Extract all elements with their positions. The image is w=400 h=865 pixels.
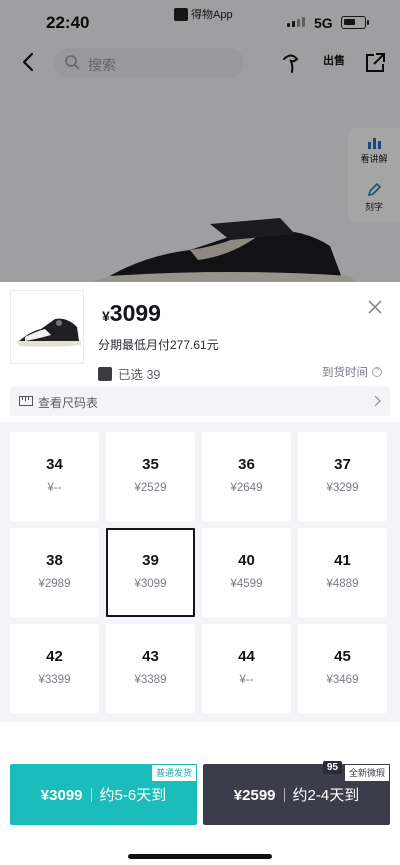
- buy-eta: 约2-4天到: [292, 787, 360, 804]
- arrival-label: 到货时间: [322, 367, 368, 379]
- condition-grade-badge: 95: [322, 761, 342, 774]
- buy-price: ¥3099: [40, 787, 83, 804]
- size-price: ¥2989: [38, 578, 71, 590]
- size-cell-40[interactable]: 40 ¥4599: [202, 528, 291, 617]
- size-cell-39-selected[interactable]: 39 ¥3099: [106, 528, 195, 617]
- close-icon[interactable]: [364, 296, 386, 318]
- size-grid: 34 ¥-- 35 ¥2529 36 ¥2649 37 ¥3299 38 ¥29…: [0, 422, 400, 722]
- size-label: 41: [334, 552, 351, 569]
- product-thumbnail: [10, 290, 84, 364]
- size-label: 45: [334, 648, 351, 665]
- buy-minor-flaw-button[interactable]: 95 全新微瑕 ¥2599 约2-4天到: [203, 761, 390, 825]
- size-badge-icon: [98, 366, 112, 381]
- buy-price: ¥2599: [233, 787, 276, 804]
- size-price: ¥3389: [134, 674, 167, 686]
- size-label: 36: [238, 456, 255, 473]
- size-cell-41[interactable]: 41 ¥4889: [298, 528, 387, 617]
- buy-normal-shipping-button[interactable]: 普通发货 ¥3099 约5-6天到: [10, 764, 197, 825]
- size-label: 42: [46, 648, 63, 665]
- arrival-time-link[interactable]: 到货时间 ?: [322, 364, 382, 380]
- size-cell-36[interactable]: 36 ¥2649: [202, 432, 291, 521]
- size-label: 44: [238, 648, 255, 665]
- size-price: ¥3299: [326, 482, 359, 494]
- buy-eta: 约5-6天到: [99, 787, 167, 804]
- size-label: 35: [142, 456, 159, 473]
- divider: [90, 788, 92, 802]
- shipping-tag: 普通发货: [150, 764, 197, 782]
- size-cell-43[interactable]: 43 ¥3389: [106, 624, 195, 713]
- buy-button-content: ¥2599 约2-4天到: [203, 784, 390, 805]
- buy-button-content: ¥3099 约5-6天到: [10, 784, 197, 805]
- divider: [283, 788, 285, 802]
- size-cell-38[interactable]: 38 ¥2989: [10, 528, 99, 617]
- size-cell-35[interactable]: 35 ¥2529: [106, 432, 195, 521]
- size-chart-link[interactable]: 查看尺码表: [10, 386, 390, 416]
- size-picker-sheet: ¥3099 分期最低月付277.61元 已选 39 到货时间 ? 查看尺码表 3…: [0, 282, 400, 865]
- size-price: ¥3099: [134, 578, 167, 590]
- size-price: ¥4599: [230, 578, 263, 590]
- size-cell-37[interactable]: 37 ¥3299: [298, 432, 387, 521]
- size-price: ¥3469: [326, 674, 359, 686]
- size-cell-44[interactable]: 44 ¥--: [202, 624, 291, 713]
- selected-size-row: 已选 39: [98, 364, 160, 383]
- size-label: 37: [334, 456, 351, 473]
- size-cell-45[interactable]: 45 ¥3469: [298, 624, 387, 713]
- price-value: 3099: [109, 300, 161, 326]
- size-label: 43: [142, 648, 159, 665]
- size-price: ¥4889: [326, 578, 359, 590]
- size-label: 40: [238, 552, 255, 569]
- sheet-spacer: [0, 722, 400, 762]
- home-indicator: [128, 854, 272, 859]
- condition-tag: 全新微瑕: [343, 764, 390, 782]
- shoe-thumbnail-image: [17, 318, 81, 347]
- size-price: ¥--: [239, 674, 254, 686]
- ruler-icon: [19, 396, 33, 406]
- selected-price: ¥3099: [102, 300, 161, 327]
- help-icon: ?: [372, 367, 382, 377]
- currency-symbol: ¥: [102, 308, 110, 324]
- size-cell-34[interactable]: 34 ¥--: [10, 432, 99, 521]
- size-label: 39: [142, 552, 159, 569]
- chevron-right-icon: [374, 395, 381, 407]
- dim-overlay[interactable]: [0, 0, 400, 300]
- size-price: ¥2649: [230, 482, 263, 494]
- selected-size-text: 已选 39: [118, 368, 161, 382]
- size-price: ¥3399: [38, 674, 71, 686]
- size-cell-42[interactable]: 42 ¥3399: [10, 624, 99, 713]
- size-label: 38: [46, 552, 63, 569]
- size-price: ¥2529: [134, 482, 167, 494]
- size-chart-label: 查看尺码表: [38, 396, 99, 410]
- size-label: 34: [46, 456, 63, 473]
- size-price: ¥--: [47, 482, 62, 494]
- installment-text: 分期最低月付277.61元: [98, 338, 219, 352]
